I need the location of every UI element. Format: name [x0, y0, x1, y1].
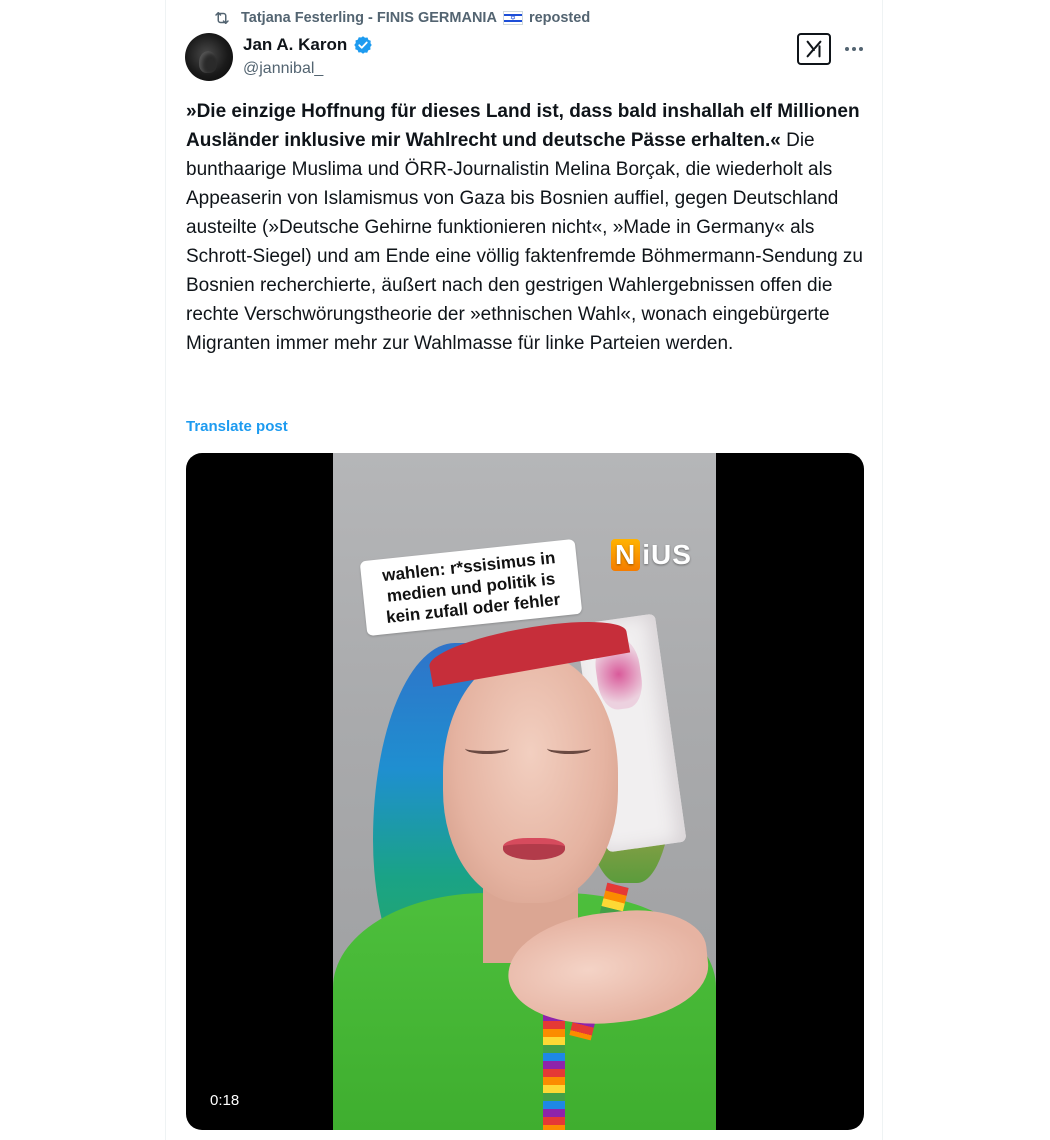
nius-logo: NiUS — [611, 539, 692, 571]
post-body: Die bunthaarige Muslima und ÖRR-Journali… — [186, 130, 863, 354]
author-handle[interactable]: @jannibal_ — [243, 60, 373, 78]
avatar[interactable] — [185, 33, 233, 81]
post-quote: »Die einzige Hoffnung für dieses Land is… — [186, 101, 860, 151]
repost-suffix: reposted — [528, 10, 591, 26]
verified-badge-icon — [354, 36, 372, 54]
video-player[interactable]: wahlen: r*ssisimus in medien und politik… — [186, 453, 864, 1130]
nius-logo-n: N — [611, 539, 641, 571]
video-frame[interactable]: wahlen: r*ssisimus in medien und politik… — [333, 453, 716, 1130]
israel-flag-icon: ✡ — [502, 11, 523, 25]
grok-icon — [806, 40, 822, 58]
translate-post-link[interactable]: Translate post — [186, 418, 288, 435]
more-icon — [845, 47, 863, 51]
post-text: »Die einzige Hoffnung für dieses Land is… — [186, 97, 866, 358]
more-button[interactable] — [840, 36, 868, 62]
video-caption: wahlen: r*ssisimus in medien und politik… — [359, 538, 583, 637]
author-name[interactable]: Jan A. Karon — [243, 35, 347, 55]
page: Tatjana Festerling - FINIS GERMANIA ✡ re… — [0, 0, 1050, 1140]
repost-icon — [215, 12, 229, 24]
repost-user[interactable]: Tatjana Festerling - FINIS GERMANIA — [241, 10, 497, 26]
video-duration: 0:18 — [202, 1090, 248, 1111]
grok-button[interactable] — [797, 33, 831, 65]
repost-indicator[interactable]: Tatjana Festerling - FINIS GERMANIA ✡ re… — [213, 8, 590, 28]
author-block: Jan A. Karon @jannibal_ — [243, 33, 373, 78]
nius-logo-rest: iUS — [642, 539, 692, 570]
